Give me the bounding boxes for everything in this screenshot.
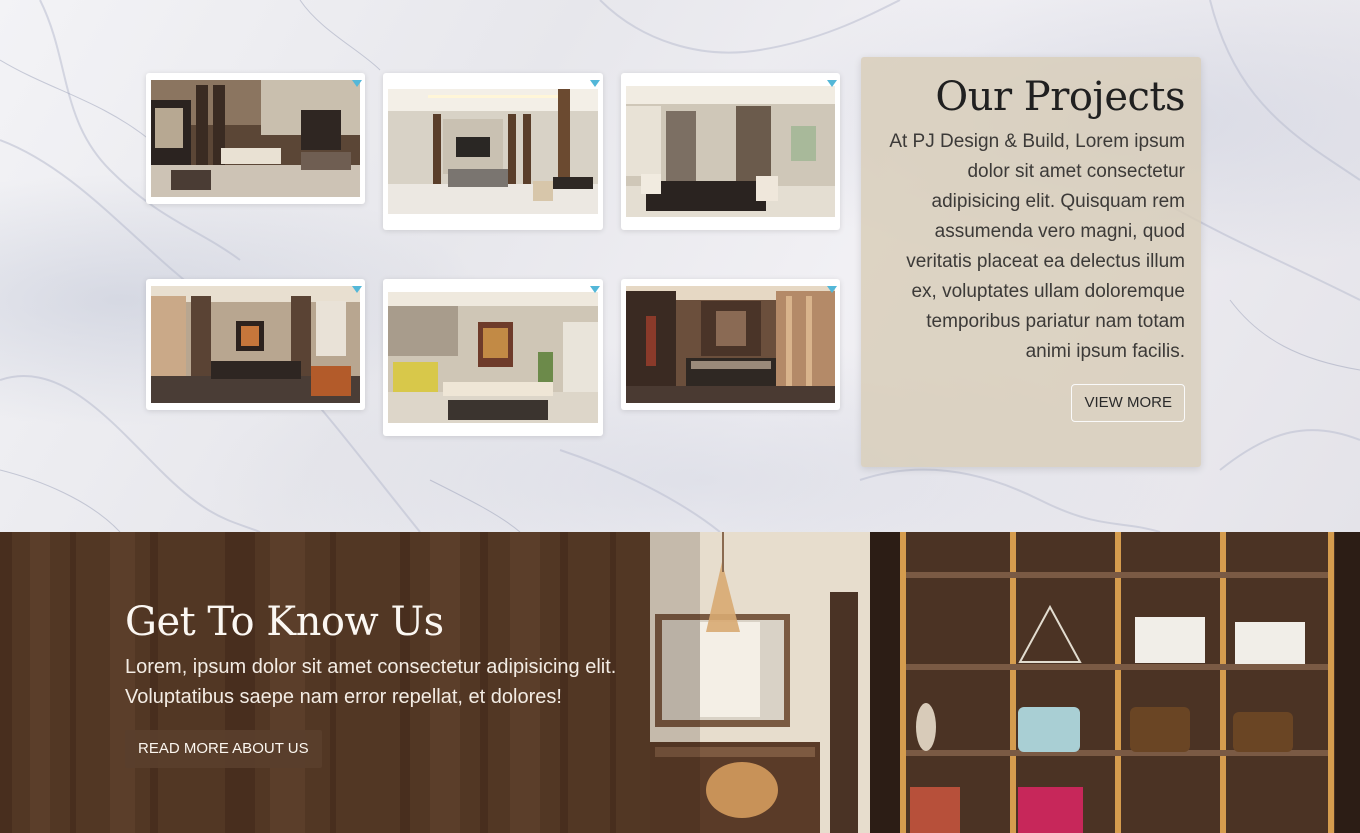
project-thumbnail[interactable] bbox=[383, 73, 603, 230]
thumbnail-corner-icon bbox=[590, 80, 600, 87]
project-photo-lounge bbox=[151, 286, 360, 403]
project-photo-living-dining bbox=[151, 80, 360, 197]
project-thumbnail[interactable] bbox=[146, 73, 365, 204]
project-photo-bedroom bbox=[626, 286, 835, 403]
thumbnail-corner-icon bbox=[827, 80, 837, 87]
project-photo-dining bbox=[626, 86, 835, 217]
projects-description: At PJ Design & Build, Lorem ipsum dolor … bbox=[889, 131, 1185, 362]
project-thumbnail[interactable] bbox=[621, 73, 840, 230]
about-section: Get To Know Us Lorem, ipsum dolor sit am… bbox=[0, 532, 1360, 833]
projects-section: Our Projects At PJ Design & Build, Lorem… bbox=[0, 0, 1360, 532]
read-more-about-button[interactable]: READ MORE ABOUT US bbox=[125, 730, 322, 768]
thumbnail-corner-icon bbox=[590, 286, 600, 293]
projects-info-card: Our Projects At PJ Design & Build, Lorem… bbox=[861, 57, 1201, 467]
thumbnail-corner-icon bbox=[827, 286, 837, 293]
project-photo-living-room bbox=[388, 89, 598, 214]
project-photo-kitchen bbox=[388, 292, 598, 423]
view-more-button[interactable]: VIEW MORE bbox=[1071, 384, 1185, 422]
about-content: Get To Know Us Lorem, ipsum dolor sit am… bbox=[125, 600, 725, 768]
projects-title: Our Projects bbox=[935, 74, 1185, 120]
about-title: Get To Know Us bbox=[125, 599, 444, 645]
project-thumbnail[interactable] bbox=[383, 279, 603, 436]
about-description: Lorem, ipsum dolor sit amet consectetur … bbox=[125, 656, 617, 708]
thumbnail-corner-icon bbox=[352, 286, 362, 293]
project-thumbnail[interactable] bbox=[621, 279, 840, 410]
thumbnail-corner-icon bbox=[352, 80, 362, 87]
project-thumbnail[interactable] bbox=[146, 279, 365, 410]
